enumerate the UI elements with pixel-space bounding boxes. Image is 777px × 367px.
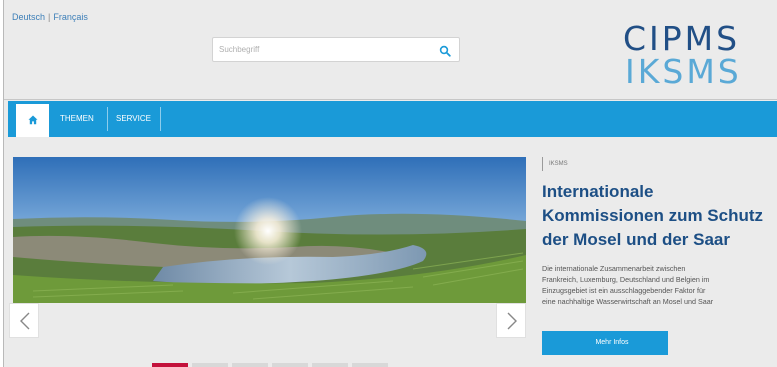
slider-dot[interactable] <box>192 363 228 367</box>
more-info-button[interactable]: Mehr Infos <box>542 331 668 355</box>
logo-line-cipms: CIPMS <box>623 19 741 58</box>
feature-description-line: Einzugsgebiet ist ein ausschlaggebender … <box>542 286 706 295</box>
feature-description-line: eine nachhaltige Wasserwirtschaft an Mos… <box>542 297 714 306</box>
feature-description-line: Die internationale Zusammenarbeit zwisch… <box>542 264 686 273</box>
feature-description: Die internationale Zusammenarbeit zwisch… <box>542 263 777 307</box>
feature-title: Internationale Kommissionen zum Schutz d… <box>542 180 777 252</box>
feature-tag: IKSMS <box>542 157 568 171</box>
nav-divider <box>160 107 161 131</box>
page: Deutsch|Français CIPMS IKSMS THEMEN SERV… <box>4 0 777 367</box>
language-link-deutsch[interactable]: Deutsch <box>12 12 45 22</box>
home-icon <box>28 115 38 125</box>
nav-item-service[interactable]: SERVICE <box>116 101 151 137</box>
slider-dot[interactable] <box>312 363 348 367</box>
language-switcher: Deutsch | Français <box>12 12 88 22</box>
feature-title-line: Internationale <box>542 182 654 201</box>
search-icon[interactable] <box>439 44 451 57</box>
hero-slide-image <box>13 157 526 303</box>
language-separator: | <box>48 12 51 22</box>
slider-dot[interactable] <box>352 363 388 367</box>
slider-next-button[interactable] <box>496 303 526 338</box>
slider-dot[interactable] <box>232 363 268 367</box>
nav-home-button[interactable] <box>16 104 49 137</box>
feature-description-line: Frankreich, Luxemburg, Deutschland und B… <box>542 275 710 284</box>
language-link-francais[interactable]: Français <box>53 12 88 22</box>
search-input[interactable] <box>219 38 434 61</box>
search-box <box>212 37 460 62</box>
slider-prev-button[interactable] <box>9 303 39 338</box>
slider-dot-active[interactable] <box>152 363 188 367</box>
chevron-right-icon <box>507 312 517 330</box>
nav-divider <box>107 107 108 131</box>
header-divider <box>4 99 777 100</box>
nav-item-themen[interactable]: THEMEN <box>60 101 94 137</box>
feature-title-line: Kommissionen zum Schutz <box>542 206 764 225</box>
slider-dot[interactable] <box>272 363 308 367</box>
main-navigation: THEMEN SERVICE <box>8 101 777 137</box>
logo-line-iksms: IKSMS <box>625 52 742 91</box>
site-logo[interactable]: CIPMS IKSMS <box>617 22 777 92</box>
chevron-left-icon <box>20 312 30 330</box>
feature-title-line: der Mosel und der Saar <box>542 230 730 249</box>
